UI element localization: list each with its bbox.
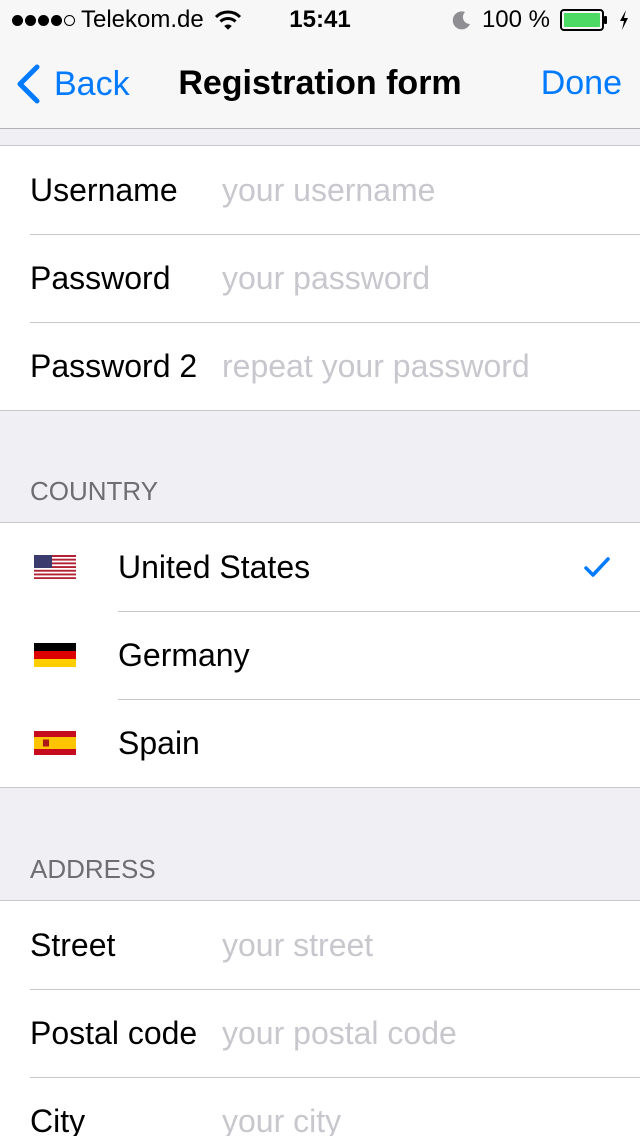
- us-flag-icon: [34, 555, 76, 579]
- postal-code-row: Postal code: [0, 989, 640, 1077]
- back-button[interactable]: Back: [14, 62, 130, 106]
- city-label: City: [30, 1102, 86, 1136]
- status-bar: Telekom.de 15:41 100 %: [0, 0, 640, 40]
- country-section-header: COUNTRY: [30, 476, 159, 506]
- country-name-germany: Germany: [118, 636, 250, 673]
- street-row: Street: [0, 901, 640, 989]
- spain-flag-icon: [34, 731, 76, 755]
- navigation-bar: Back Registration form Done: [0, 40, 640, 129]
- battery-icon: [560, 9, 607, 31]
- country-options-group: United States Germany Spain: [0, 522, 640, 788]
- wifi-icon: [214, 10, 241, 30]
- address-fields-group: Street Postal code City: [0, 900, 640, 1136]
- country-option-germany[interactable]: Germany: [0, 611, 640, 699]
- account-fields-group: Username Password Password 2: [0, 145, 640, 411]
- checkmark-icon: [584, 557, 610, 577]
- do-not-disturb-moon-icon: [452, 11, 470, 30]
- password-row: Password: [0, 234, 640, 322]
- password-input[interactable]: [222, 253, 620, 303]
- username-row: Username: [0, 146, 640, 234]
- back-label: Back: [54, 64, 130, 103]
- country-option-spain[interactable]: Spain: [0, 699, 640, 787]
- city-row: City: [0, 1077, 640, 1136]
- street-input[interactable]: [222, 920, 620, 970]
- country-option-united-states[interactable]: United States: [0, 523, 640, 611]
- username-label: Username: [30, 171, 178, 208]
- address-section-header: ADDRESS: [30, 854, 156, 884]
- password-repeat-row: Password 2: [0, 322, 640, 410]
- country-name-united-states: United States: [118, 548, 311, 585]
- battery-percentage: 100 %: [481, 6, 550, 33]
- carrier-name: Telekom.de: [81, 6, 204, 33]
- country-name-spain: Spain: [118, 724, 200, 761]
- password-repeat-label: Password 2: [30, 347, 198, 384]
- done-button[interactable]: Done: [541, 64, 622, 103]
- chevron-left-icon: [17, 64, 40, 104]
- username-input[interactable]: [222, 165, 620, 215]
- password-repeat-input[interactable]: [222, 341, 620, 391]
- germany-flag-icon: [34, 643, 76, 667]
- password-label: Password: [30, 259, 171, 296]
- signal-strength-icon: [12, 14, 75, 26]
- street-label: Street: [30, 926, 116, 963]
- charging-bolt-icon: [620, 10, 628, 30]
- postal-code-input[interactable]: [222, 1008, 620, 1058]
- postal-code-label: Postal code: [30, 1014, 198, 1051]
- city-input[interactable]: [222, 1096, 620, 1136]
